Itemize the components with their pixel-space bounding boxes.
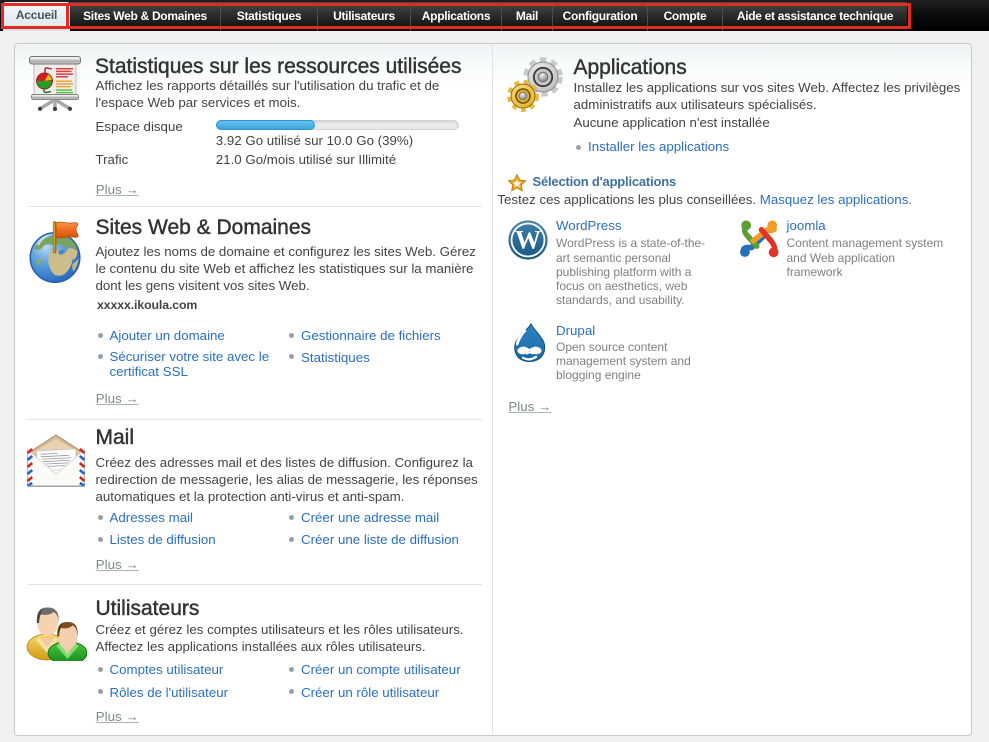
svg-text:W: W <box>515 225 541 254</box>
